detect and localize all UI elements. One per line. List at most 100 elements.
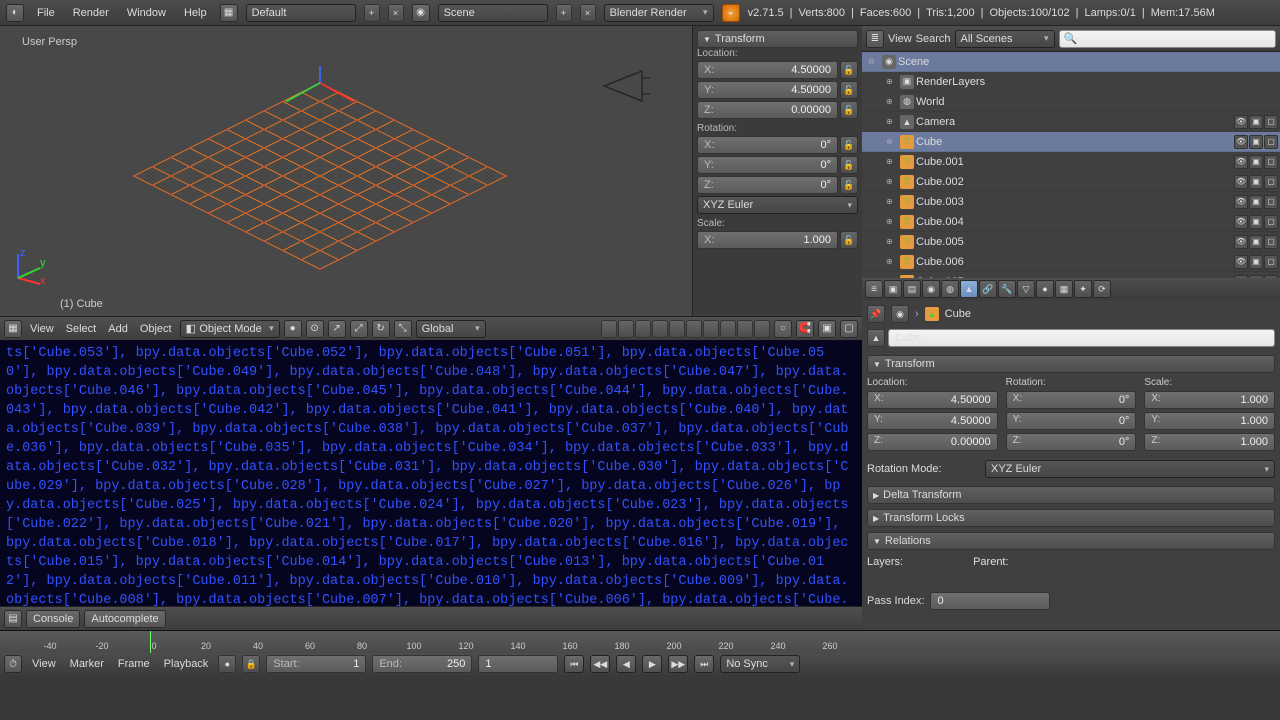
props-scale-z[interactable]: Z:1.000	[1144, 433, 1275, 451]
object-name-field[interactable]: Cube	[888, 329, 1275, 347]
keyframe-next-icon[interactable]: ▶▶	[668, 655, 688, 673]
rotation-mode-dropdown[interactable]: XYZ Euler	[697, 196, 858, 214]
python-console[interactable]: ts['Cube.053'], bpy.data.objects['Cube.0…	[0, 340, 862, 606]
snap-icon[interactable]: 🧲	[796, 320, 814, 338]
tab-physics[interactable]: ⟳	[1093, 280, 1111, 298]
blender-logo-icon[interactable]: ◐	[6, 4, 24, 22]
tab-data[interactable]: ▽	[1017, 280, 1035, 298]
editor-type-console-icon[interactable]: ▤	[4, 610, 22, 628]
transform-panel-header[interactable]: ▼Transform	[697, 30, 858, 48]
layout-icon[interactable]: ▦	[220, 4, 238, 22]
jump-end-icon[interactable]: ⏭	[694, 655, 714, 673]
timeline-ruler[interactable]: -40-200204060801001201401601802002202402…	[0, 631, 1280, 653]
jump-start-icon[interactable]: ⏮	[564, 655, 584, 673]
tab-material[interactable]: ●	[1036, 280, 1054, 298]
transform-locks-header[interactable]: ▶Transform Locks	[867, 509, 1275, 527]
loc-x-field[interactable]: X:4.50000	[697, 61, 838, 79]
props-loc-z[interactable]: Z:0.00000	[867, 433, 998, 451]
tab-layers[interactable]: ▤	[903, 280, 921, 298]
pass-index-field[interactable]: 0	[930, 592, 1050, 610]
lock-ry-icon[interactable]: 🔓	[840, 156, 858, 174]
tab-modifiers[interactable]: 🔧	[998, 280, 1016, 298]
current-frame-field[interactable]: 1	[478, 655, 558, 673]
menu-window[interactable]: Window	[122, 7, 171, 19]
scale-x-field[interactable]: X:1.000	[697, 231, 838, 249]
outliner-row[interactable]: ⊕▽Cube.002👁▣▢	[862, 172, 1280, 192]
outliner-row[interactable]: ⊕▽Cube.005👁▣▢	[862, 232, 1280, 252]
scene-dropdown[interactable]: Scene	[438, 4, 548, 22]
lock-x-icon[interactable]: 🔓	[840, 61, 858, 79]
delete-scene-button[interactable]: ×	[580, 4, 596, 22]
lock-z-icon[interactable]: 🔓	[840, 101, 858, 119]
editor-type-properties-icon[interactable]: ≡	[865, 280, 883, 298]
tab-particles[interactable]: ✦	[1074, 280, 1092, 298]
outliner-row[interactable]: ⊕▣RenderLayers	[862, 72, 1280, 92]
render-preview-icon[interactable]: ▣	[818, 320, 836, 338]
scene-breadcrumb-icon[interactable]: ◉	[891, 305, 909, 323]
screen-layout-dropdown[interactable]: Default	[246, 4, 356, 22]
select-menu[interactable]: Select	[62, 323, 101, 335]
lock-rz-icon[interactable]: 🔓	[840, 176, 858, 194]
props-rot-y[interactable]: Y:0°	[1006, 412, 1137, 430]
scene-icon[interactable]: ◉	[412, 4, 430, 22]
start-frame-field[interactable]: Start:1	[266, 655, 366, 673]
3d-viewport[interactable]: User Persp (1) Cube z x y ▼Transf	[0, 26, 862, 316]
outliner-tree[interactable]: ⊖◉Scene⊕▣RenderLayers⊕◍World⊕▲Camera👁▣▢⊕…	[862, 52, 1280, 278]
tab-world[interactable]: ◍	[941, 280, 959, 298]
proportional-icon[interactable]: ○	[774, 320, 792, 338]
menu-render[interactable]: Render	[68, 7, 114, 19]
autocomplete-button[interactable]: Autocomplete	[84, 610, 165, 628]
view-menu[interactable]: View	[26, 323, 58, 335]
outliner-row[interactable]: ⊕▽Cube.006👁▣▢	[862, 252, 1280, 272]
lock-sx-icon[interactable]: 🔓	[840, 231, 858, 249]
loc-z-field[interactable]: Z:0.00000	[697, 101, 838, 119]
lock-rx-icon[interactable]: 🔓	[840, 136, 858, 154]
loc-y-field[interactable]: Y:4.50000	[697, 81, 838, 99]
add-layout-button[interactable]: +	[364, 4, 380, 22]
rot-x-field[interactable]: X:0°	[697, 136, 838, 154]
outliner-row[interactable]: ⊕▽Cube.004👁▣▢	[862, 212, 1280, 232]
pivot-icon[interactable]: ⊙	[306, 320, 324, 338]
add-scene-button[interactable]: +	[556, 4, 572, 22]
props-rotation-mode-dropdown[interactable]: XYZ Euler	[985, 460, 1275, 478]
shading-icon[interactable]: ●	[284, 320, 302, 338]
add-menu[interactable]: Add	[104, 323, 132, 335]
outliner-view-menu[interactable]: View	[888, 33, 912, 45]
play-reverse-icon[interactable]: ◀	[616, 655, 636, 673]
outliner-filter-dropdown[interactable]: All Scenes	[955, 30, 1055, 48]
console-menu[interactable]: Console	[26, 610, 80, 628]
sync-dropdown[interactable]: No Sync	[720, 655, 800, 673]
layer-buttons[interactable]	[601, 320, 770, 338]
props-rot-x[interactable]: X:0°	[1006, 391, 1137, 409]
props-scale-x[interactable]: X:1.000	[1144, 391, 1275, 409]
editor-type-outliner-icon[interactable]: ≣	[866, 30, 884, 48]
outliner-row[interactable]: ⊕▽Cube.003👁▣▢	[862, 192, 1280, 212]
outliner-row[interactable]: ⊕▲Camera👁▣▢	[862, 112, 1280, 132]
keyframe-prev-icon[interactable]: ◀◀	[590, 655, 610, 673]
outliner-row[interactable]: ⊖◉Scene	[862, 52, 1280, 72]
play-icon[interactable]: ▶	[642, 655, 662, 673]
tab-texture[interactable]: ▦	[1055, 280, 1073, 298]
render-engine-dropdown[interactable]: Blender Render	[604, 4, 714, 22]
manip-scale-icon[interactable]: ⤡	[394, 320, 412, 338]
menu-file[interactable]: File	[32, 7, 60, 19]
editor-type-icon[interactable]: ▦	[4, 320, 22, 338]
delta-transform-header[interactable]: ▶Delta Transform	[867, 486, 1275, 504]
end-frame-field[interactable]: End:250	[372, 655, 472, 673]
tab-scene[interactable]: ◉	[922, 280, 940, 298]
props-loc-x[interactable]: X:4.50000	[867, 391, 998, 409]
manip-translate-icon[interactable]: ⤢	[350, 320, 368, 338]
tl-frame-menu[interactable]: Frame	[114, 658, 154, 670]
manip-rotate-icon[interactable]: ↻	[372, 320, 390, 338]
menu-help[interactable]: Help	[179, 7, 212, 19]
props-scale-y[interactable]: Y:1.000	[1144, 412, 1275, 430]
orientation-dropdown[interactable]: Global	[416, 320, 486, 338]
mode-dropdown[interactable]: ◧ Object Mode	[180, 320, 280, 338]
editor-type-timeline-icon[interactable]: ⏱	[4, 655, 22, 673]
tl-playback-menu[interactable]: Playback	[160, 658, 213, 670]
object-menu[interactable]: Object	[136, 323, 176, 335]
outliner-row[interactable]: ⊕◍World	[862, 92, 1280, 112]
props-loc-y[interactable]: Y:4.50000	[867, 412, 998, 430]
outliner-row[interactable]: ⊕▽Cube👁▣▢	[862, 132, 1280, 152]
manipulator-icon[interactable]: ↗	[328, 320, 346, 338]
